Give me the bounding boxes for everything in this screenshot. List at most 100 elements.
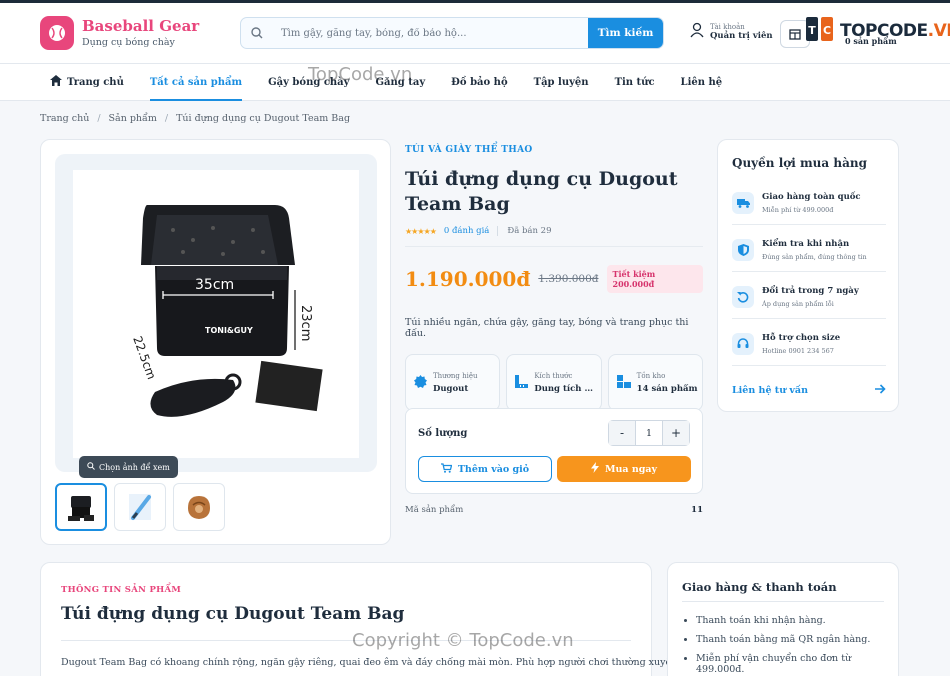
cart-count[interactable]: 0 sản phẩm [845,36,897,46]
breadcrumb-home[interactable]: Trang chủ [40,113,89,124]
add-to-cart-button[interactable]: Thêm vào giỏ [418,456,552,482]
benefits-title: Quyền lợi mua hàng [732,156,867,170]
add-to-cart-label: Thêm vào giỏ [457,463,530,475]
benefit-item: Kiểm tra khi nhận Đúng sản phẩm, đúng th… [732,239,886,272]
baseball-icon [40,16,74,50]
home-icon [50,75,62,89]
shipping-list: Thanh toán khi nhận hàng. Thanh toán bằn… [696,607,898,675]
nav-home-label: Trang chủ [67,76,124,88]
benefit-item: Giao hàng toàn quốc Miễn phí từ 499.000đ [732,192,886,225]
rating-row: ★★★★★ 0 đánh giá Đã bán 29 [405,226,703,247]
benefit-name: Giao hàng toàn quốc [762,192,861,202]
copyright-watermark: Copyright © TopCode.vn [352,630,574,651]
topcode-brand-tld: .VN [927,21,950,41]
benefit-name: Kiểm tra khi nhận [762,239,850,249]
product-details-section: THÔNG TIN SẢN PHẨM Túi đựng dụng cụ Dugo… [40,562,677,676]
nav-protective-gear[interactable]: Đồ bảo hộ [451,63,507,101]
nav-home[interactable]: Trang chủ [50,63,124,101]
topcode-mark-icon: TC [803,15,837,47]
nav-news[interactable]: Tin tức [615,63,655,101]
sku-row: Mã sản phẩm 11 [405,505,703,515]
cart-icon [440,462,453,476]
sku-label: Mã sản phẩm [405,505,464,515]
main-nav: Trang chủ Tất cả sản phẩm Gậy bóng chày … [0,63,950,101]
list-item: Miễn phí vận chuyển cho đơn từ 499.000đ. [696,653,898,675]
attribute-cards: Thương hiệu Dugout Kích thước Dung tích … [405,354,703,411]
attr-brand-value: Dugout [433,383,469,394]
arrow-right-icon [875,384,886,397]
account-name: Quản trị viên [710,31,773,41]
boxes-icon [616,373,631,392]
search-icon [241,27,273,39]
quantity-stepper: - 1 + [608,420,690,446]
logo-tagline: Dụng cụ bóng chày [82,37,175,48]
thumbnail-bag[interactable] [55,483,107,531]
quantity-increase-button[interactable]: + [663,421,689,445]
benefit-item: Hỗ trợ chọn size Hotline 0901 234 567 [732,333,886,366]
search-button[interactable]: Tìm kiếm [588,18,663,48]
buy-now-button[interactable]: Mua ngay [557,456,691,482]
badge-icon [414,373,427,392]
sold-count: Đã bán 29 [497,226,552,236]
benefit-name: Đổi trả trong 7 ngày [762,286,859,296]
attr-size: Kích thước Dung tích 4... [506,354,602,411]
svg-text:T: T [808,24,816,37]
review-count[interactable]: 0 đánh giá [444,226,490,236]
attr-brand-label: Thương hiệu [433,371,478,380]
zoom-hint-label: Chọn ảnh để xem [99,462,170,472]
breadcrumb-current: Túi đựng dụng cụ Dugout Team Bag [176,113,351,124]
sku-value: 11 [691,505,703,515]
benefit-sub: Miễn phí từ 499.000đ [762,206,834,214]
logo[interactable]: Baseball Gear Dụng cụ bóng chày [40,16,199,50]
thumbnail-bat[interactable] [114,483,166,531]
logo-name: Baseball Gear [82,17,200,35]
purchase-box: Số lượng - 1 + Thêm vào giỏ Mua ngay [405,408,703,494]
headset-icon [732,333,754,355]
breadcrumb-products[interactable]: Sản phẩm [109,113,157,124]
bag-brand-label: TONI&GUY [205,326,253,335]
main-product-image[interactable]: 35cm TONI&GUY 23cm 22.5cm Chọn ảnh để xe… [55,154,377,478]
nav-contact[interactable]: Liên hệ [681,63,723,101]
attr-size-label: Kích thước [534,371,573,380]
nav-training[interactable]: Tập luyện [534,63,589,101]
ruler-icon [515,373,529,392]
product-category[interactable]: TÚI VÀ GIÀY THỂ THAO [405,145,703,155]
attr-stock-label: Tồn kho [636,371,666,380]
shipping-title: Giao hàng & thanh toán [682,580,837,594]
breadcrumb: Trang chủ / Sản phẩm / Túi đựng dụng cụ … [40,113,351,124]
original-price: 1.390.000đ [538,273,599,285]
contact-advice-label: Liên hệ tư vấn [732,385,808,396]
product-title: Túi đựng dụng cụ Dugout Team Bag [405,168,678,215]
benefit-name: Hỗ trợ chọn size [762,333,841,343]
zoom-hint[interactable]: Chọn ảnh để xem [79,456,178,478]
account-menu[interactable]: Tài khoản Quản trị viên [690,22,773,42]
product-gallery: 35cm TONI&GUY 23cm 22.5cm Chọn ảnh để xe… [40,139,391,545]
savings-badge: Tiết kiệm 200.000đ [606,265,703,293]
details-text: Dugout Team Bag có khoang chính rộng, ng… [61,657,678,668]
rating-stars: ★★★★★ [405,226,437,236]
quantity-input[interactable]: 1 [635,421,663,445]
truck-icon [732,192,754,214]
shipping-payment-panel: Giao hàng & thanh toán Thanh toán khi nh… [667,562,899,676]
lightning-icon [590,462,599,476]
details-title: Túi đựng dụng cụ Dugout Team Bag [61,604,405,624]
nav-all-products[interactable]: Tất cả sản phẩm [149,63,243,101]
contact-advice-link[interactable]: Liên hệ tư vấn [732,384,886,397]
product-photo: 35cm TONI&GUY 23cm 22.5cm [73,170,359,458]
thumbnail-strip [55,483,225,531]
search-input[interactable] [273,18,588,48]
short-description: Túi nhiều ngăn, chứa gậy, găng tay, bóng… [405,317,689,339]
box-icon [789,25,801,44]
zoom-icon [87,462,95,472]
price-row: 1.190.000đ 1.390.000đ Tiết kiệm 200.000đ [405,265,703,293]
return-icon [732,286,754,308]
site-header: Baseball Gear Dụng cụ bóng chày Tìm kiếm… [0,3,950,63]
benefits-panel: Quyền lợi mua hàng Giao hàng toàn quốc M… [717,139,899,412]
quantity-decrease-button[interactable]: - [609,421,635,445]
search-bar: Tìm kiếm [240,17,664,49]
attr-stock: Tồn kho 14 sản phẩm [607,354,703,411]
thumbnail-glove[interactable] [173,483,225,531]
dim-depth-label: 22.5cm [130,334,159,381]
buy-now-label: Mua ngay [604,463,658,475]
attr-size-value: Dung tích 4... [534,383,597,394]
